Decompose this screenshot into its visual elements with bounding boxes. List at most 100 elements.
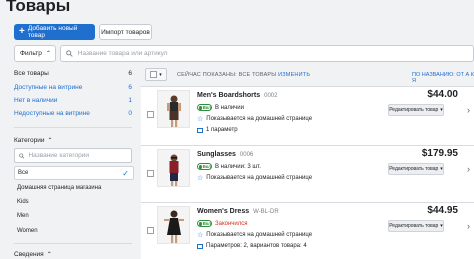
sidebar-item-unavailable[interactable]: Недоступные на витрине 0 bbox=[14, 110, 132, 117]
product-name[interactable]: Women's Dress W-BL-DR bbox=[197, 208, 279, 215]
product-status: Вкл В наличии: 3 шт. bbox=[197, 163, 261, 170]
product-image bbox=[157, 149, 190, 187]
sidebar-item-label: Доступные на витрине bbox=[14, 84, 83, 91]
product-price: $179.95 bbox=[421, 148, 458, 159]
sidebar-item-count: 6 bbox=[128, 70, 132, 77]
add-product-label: Добавить новый товар bbox=[27, 25, 78, 39]
params-text: Параметров: 2, вариантов товара: 4 bbox=[206, 243, 307, 249]
category-item-kids[interactable]: Kids bbox=[14, 195, 134, 209]
import-products-button[interactable]: Импорт товаров bbox=[99, 24, 152, 40]
row-checkbox[interactable] bbox=[147, 170, 154, 177]
dress-figure bbox=[164, 210, 184, 243]
sidebar-item-label: Все товары bbox=[14, 70, 49, 77]
select-all-dropdown[interactable]: ▾ bbox=[145, 68, 167, 81]
search-icon bbox=[19, 152, 25, 159]
chevron-down-icon: ▾ bbox=[440, 107, 443, 113]
star-icon: ☆ bbox=[197, 232, 204, 239]
options-icon bbox=[197, 127, 203, 133]
options-icon bbox=[197, 243, 203, 249]
row-checkbox[interactable] bbox=[147, 227, 154, 234]
chevron-right-icon[interactable]: › bbox=[467, 105, 470, 115]
row-checkbox[interactable] bbox=[147, 111, 154, 118]
category-item-men[interactable]: Men bbox=[14, 209, 134, 223]
chevron-right-icon[interactable]: › bbox=[467, 164, 470, 174]
product-search-field[interactable] bbox=[60, 45, 474, 62]
sidebar-divider bbox=[14, 243, 132, 244]
sidebar-item-count: 1 bbox=[128, 97, 132, 104]
check-icon: ✓ bbox=[122, 168, 129, 178]
product-name[interactable]: Sunglasses 0006 bbox=[197, 151, 253, 158]
sidebar-item-label: Недоступные на витрине bbox=[14, 110, 90, 117]
sidebar-item-available[interactable]: Доступные на витрине 6 bbox=[14, 84, 132, 91]
product-sku: 0006 bbox=[239, 152, 254, 158]
product-params: Параметров: 2, вариантов товара: 4 bbox=[197, 243, 307, 249]
product-row[interactable]: Women's Dress W-BL-DR Вкл Закончился ☆ По… bbox=[141, 202, 474, 259]
category-item-all[interactable]: Все ✓ bbox=[14, 166, 134, 180]
shown-filter-text: СЕЙЧАС ПОКАЗАНЫ: ВСЕ ТОВАРЫ bbox=[177, 72, 277, 78]
filter-label: Фильтр bbox=[20, 50, 42, 57]
sunglasses-figure bbox=[169, 154, 179, 186]
sidebar-item-all[interactable]: Все товары 6 bbox=[14, 70, 132, 77]
select-all-checkbox[interactable] bbox=[150, 71, 158, 78]
chevron-down-icon: ▾ bbox=[440, 166, 443, 172]
homepage-text: Показывается на домашней странице bbox=[206, 175, 313, 181]
enabled-toggle[interactable]: Вкл bbox=[197, 163, 212, 170]
product-name[interactable]: Men's Boardshorts 0002 bbox=[197, 92, 277, 99]
details-title: Сведения bbox=[14, 251, 44, 258]
category-label: Women bbox=[17, 228, 38, 234]
sidebar-item-count: 0 bbox=[128, 110, 132, 117]
product-price: $44.00 bbox=[427, 89, 458, 100]
homepage-flag: ☆ Показывается на домашней странице bbox=[197, 174, 312, 182]
category-label: Все bbox=[18, 170, 29, 176]
category-item-women[interactable]: Women bbox=[14, 224, 134, 238]
chevron-up-icon: ⌃ bbox=[46, 252, 52, 258]
homepage-flag: ☆ Показывается на домашней странице bbox=[197, 231, 312, 239]
category-item-home[interactable]: Домашняя страница магазина bbox=[14, 181, 134, 195]
product-status: Вкл Закончился bbox=[197, 220, 248, 227]
product-sku: W-BL-DR bbox=[253, 209, 279, 215]
availability-text: Закончился bbox=[215, 220, 248, 227]
availability-text: В наличии: 3 шт. bbox=[215, 163, 261, 170]
chevron-down-icon: ▾ bbox=[440, 223, 443, 229]
chevron-up-icon: ⌃ bbox=[45, 51, 51, 57]
homepage-text: Показывается на домашней странице bbox=[206, 232, 313, 238]
availability-text: В наличии bbox=[215, 104, 245, 111]
product-image bbox=[157, 90, 190, 128]
category-label: Men bbox=[17, 213, 29, 219]
product-image bbox=[157, 206, 190, 244]
add-product-button[interactable]: + Добавить новый товар bbox=[14, 24, 95, 40]
chevron-up-icon: ⌃ bbox=[47, 138, 53, 144]
category-search-input[interactable] bbox=[28, 152, 131, 159]
search-icon bbox=[66, 50, 73, 57]
page-title: Товары bbox=[6, 0, 71, 15]
categories-title: Категории bbox=[14, 137, 45, 144]
details-header[interactable]: Сведения ⌃ bbox=[14, 251, 52, 258]
category-search-field[interactable] bbox=[14, 148, 132, 163]
sidebar-divider bbox=[14, 127, 132, 128]
enabled-toggle[interactable]: Вкл bbox=[197, 220, 212, 227]
categories-header[interactable]: Категории ⌃ bbox=[14, 137, 53, 144]
sidebar-item-label: Нет в наличии bbox=[14, 97, 58, 104]
chevron-right-icon[interactable]: › bbox=[467, 221, 470, 231]
star-icon: ☆ bbox=[197, 116, 204, 123]
filter-button[interactable]: Фильтр ⌃ bbox=[14, 45, 56, 62]
boardshorts-figure bbox=[167, 95, 181, 127]
product-params: 1 параметр bbox=[197, 127, 238, 133]
star-icon: ☆ bbox=[197, 175, 204, 182]
enabled-toggle[interactable]: Вкл bbox=[197, 104, 212, 111]
edit-product-button[interactable]: Редактировать товар ▾ bbox=[388, 220, 444, 232]
edit-product-button[interactable]: Редактировать товар ▾ bbox=[388, 104, 444, 116]
edit-product-button[interactable]: Редактировать товар ▾ bbox=[388, 163, 444, 175]
chevron-down-icon: ▾ bbox=[159, 71, 162, 78]
sidebar-item-out-of-stock[interactable]: Нет в наличии 1 bbox=[14, 97, 132, 104]
category-label: Kids bbox=[17, 199, 29, 205]
homepage-flag: ☆ Показывается на домашней странице bbox=[197, 115, 312, 123]
params-text: 1 параметр bbox=[206, 127, 238, 133]
shown-filter-summary: СЕЙЧАС ПОКАЗАНЫ: ВСЕ ТОВАРЫ ИЗМЕНИТЬ bbox=[177, 72, 310, 78]
product-sku: 0002 bbox=[264, 93, 278, 99]
sort-dropdown[interactable]: ПО НАЗВАНИЮ: ОТ А К Я bbox=[412, 72, 474, 84]
product-search-input[interactable] bbox=[77, 50, 473, 57]
product-status: Вкл В наличии bbox=[197, 104, 244, 111]
change-filter-link[interactable]: ИЗМЕНИТЬ bbox=[278, 72, 310, 78]
sidebar-item-count: 6 bbox=[128, 84, 132, 91]
